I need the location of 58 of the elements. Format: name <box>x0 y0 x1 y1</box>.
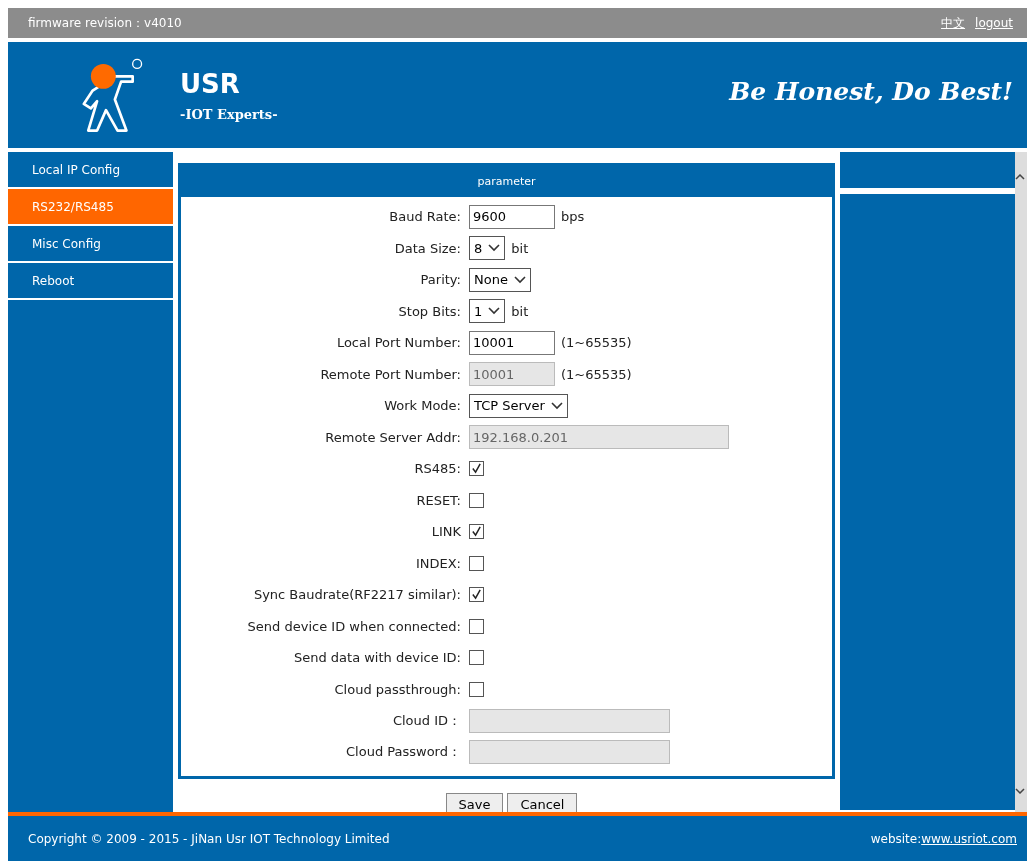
top-link[interactable]: logout <box>975 15 1013 30</box>
field-label: RS485: <box>413 461 462 477</box>
scroll-down-icon[interactable] <box>1015 788 1025 794</box>
chevron-down-icon <box>513 275 526 284</box>
unit-label: (1~65535) <box>561 335 632 351</box>
field-label: Send device ID when connected: <box>246 618 462 634</box>
chevron-down-icon <box>488 244 501 253</box>
brand-subtitle: -IOT Experts- <box>180 106 278 122</box>
field-label: Work Mode: <box>383 398 462 414</box>
firmware-revision: firmware revision：v4010 <box>28 14 182 32</box>
chevron-down-icon <box>488 307 501 316</box>
field-label: Send data with device ID: <box>292 650 462 666</box>
checkbox[interactable] <box>469 618 484 634</box>
dropdown[interactable]: TCP Server <box>469 393 568 418</box>
checkbox[interactable] <box>469 681 484 697</box>
scrollbar[interactable] <box>1015 152 1027 812</box>
slogan: Be Honest, Do Best! <box>729 76 1013 106</box>
panel-title: parameter <box>181 163 832 197</box>
dropdown[interactable]: 1 <box>469 299 506 324</box>
sidebar-item[interactable]: Misc Config <box>8 226 173 263</box>
checkbox[interactable] <box>469 524 484 540</box>
unit-label: bit <box>511 240 529 256</box>
unit-label: bps <box>561 209 585 225</box>
input-field[interactable]: 10001 <box>469 330 555 355</box>
field-label: Cloud Password： <box>345 743 462 762</box>
dropdown[interactable]: None <box>469 267 531 292</box>
checkbox[interactable] <box>469 555 484 571</box>
field-label: Cloud ID： <box>391 711 462 730</box>
copyright: Copyright © 2009 - 2015 - JiNan Usr IOT Technology Limited <box>28 831 390 846</box>
checkbox[interactable] <box>469 461 484 477</box>
field-label: Stop Bits: <box>397 303 462 319</box>
form-button[interactable]: Save <box>445 793 504 812</box>
checkbox[interactable] <box>469 650 484 666</box>
dropdown[interactable]: 8 <box>469 236 506 261</box>
field-label: INDEX: <box>414 555 462 571</box>
unit-label: bit <box>511 303 529 319</box>
scroll-up-icon[interactable] <box>1015 174 1025 180</box>
sidebar-item[interactable]: Reboot <box>8 263 173 300</box>
field-label: Remote Port Number: <box>319 366 462 382</box>
chevron-down-icon <box>550 401 563 410</box>
unit-label: (1~65535) <box>561 366 632 382</box>
field-label: Data Size: <box>393 240 462 256</box>
field-label: Remote Server Addr: <box>324 429 462 445</box>
form-button[interactable]: Cancel <box>507 793 578 812</box>
checkbox[interactable] <box>469 492 484 508</box>
field-label: Cloud passthrough: <box>333 681 462 697</box>
field-label: Sync Baudrate(RF2217 similar): <box>252 587 462 603</box>
website-label: website: <box>870 831 922 846</box>
input-field[interactable]: 9600 <box>469 204 555 229</box>
field-label: Parity: <box>419 272 462 288</box>
field-label: Local Port Number: <box>335 335 462 351</box>
top-link[interactable]: 中文 <box>941 15 966 30</box>
checkbox[interactable] <box>469 587 484 603</box>
field-label: LINK <box>430 524 462 540</box>
field-label: RESET: <box>415 492 462 508</box>
field-label: Baud Rate: <box>388 209 462 225</box>
brand-name: USR <box>180 68 241 99</box>
website-link[interactable]: www.usriot.com <box>921 831 1017 846</box>
